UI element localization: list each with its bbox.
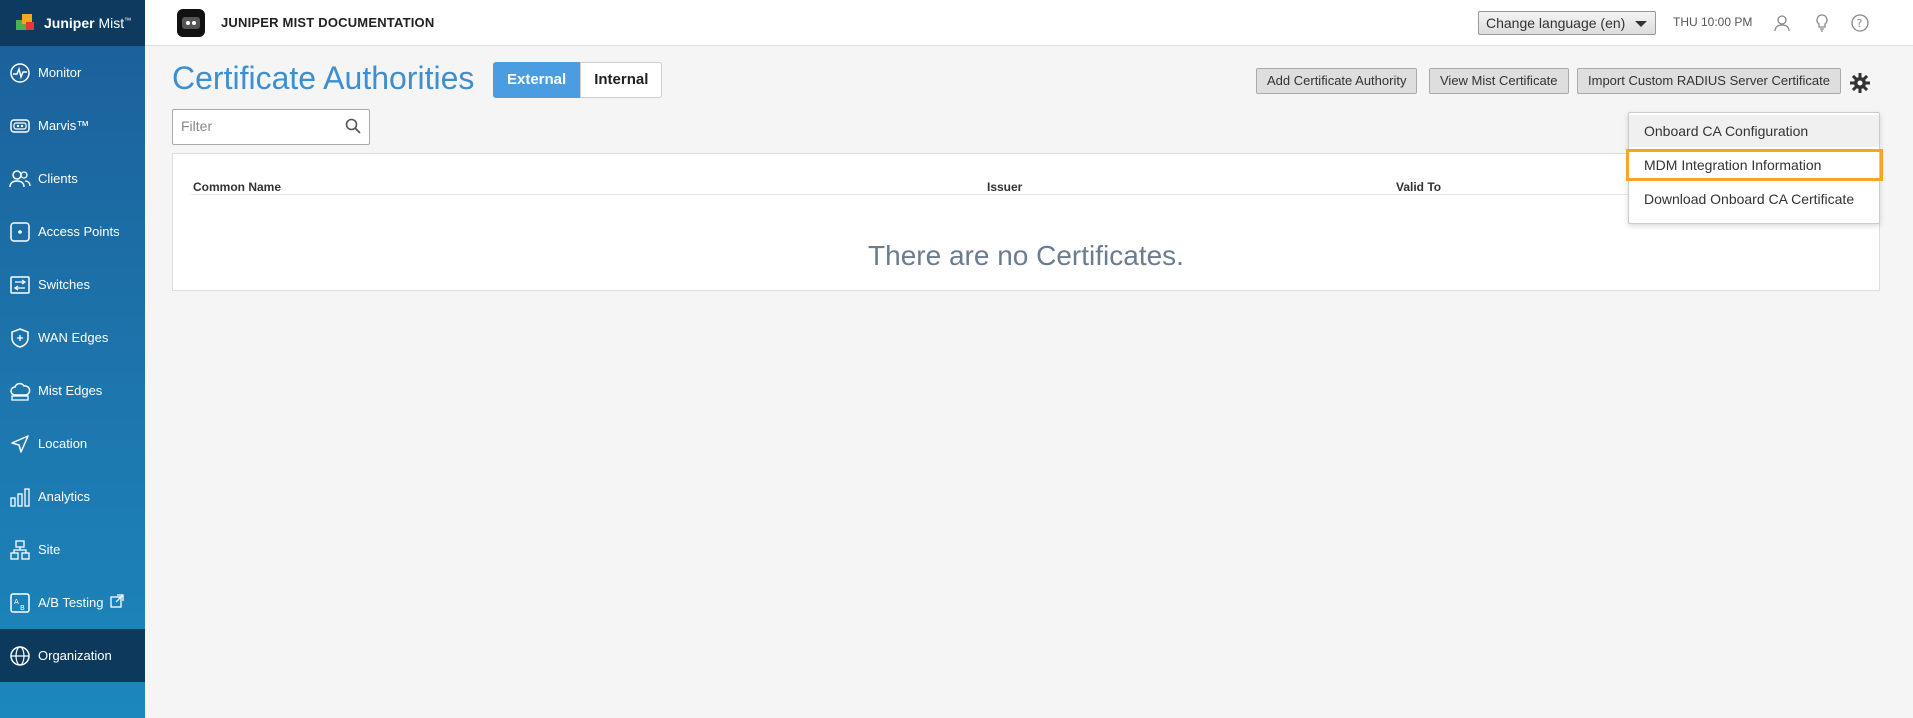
column-header-valid-to[interactable]: Valid To <box>1396 180 1441 194</box>
sidebar-item-label: Access Points <box>38 224 120 239</box>
sidebar-item-label: Monitor <box>38 65 82 80</box>
mist-edges-icon <box>9 380 31 402</box>
sidebar-nav: Monitor Marvis™ Clients Access Points Sw… <box>0 46 145 682</box>
menu-item-onboard-ca-configuration[interactable]: Onboard CA Configuration <box>1629 115 1879 147</box>
page-title: Certificate Authorities <box>172 60 475 96</box>
filter-input[interactable] <box>181 110 341 142</box>
tab-internal[interactable]: Internal <box>580 62 663 98</box>
sidebar: Juniper Mist™ Monitor Marvis™ Clients Ac… <box>0 0 145 718</box>
tab-external[interactable]: External <box>493 62 581 98</box>
organization-icon <box>9 645 31 667</box>
marvis-icon <box>9 115 31 137</box>
switches-icon <box>9 274 31 296</box>
language-select[interactable]: Change language (en) <box>1478 11 1656 35</box>
search-icon[interactable] <box>345 118 361 138</box>
sidebar-item-switches[interactable]: Switches <box>0 258 145 311</box>
sidebar-item-monitor[interactable]: Monitor <box>0 46 145 99</box>
sidebar-item-label: Site <box>38 542 61 557</box>
sidebar-item-organization[interactable]: Organization <box>0 629 145 682</box>
sidebar-item-label: Location <box>38 436 88 451</box>
lightbulb-icon[interactable] <box>1813 14 1831 32</box>
add-certificate-authority-button[interactable]: Add Certificate Authority <box>1256 68 1418 94</box>
chevron-down-icon <box>1635 21 1647 27</box>
sidebar-item-wan-edges[interactable]: WAN Edges <box>0 311 145 364</box>
external-internal-toggle: External Internal <box>493 62 663 98</box>
certificates-table: Common Name Issuer Valid To There are no… <box>172 153 1880 291</box>
sidebar-item-label: Mist Edges <box>38 383 103 398</box>
access-points-icon <box>9 221 31 243</box>
import-radius-certificate-button[interactable]: Import Custom RADIUS Server Certificate <box>1577 68 1842 94</box>
sidebar-item-mist-edges[interactable]: Mist Edges <box>0 364 145 417</box>
svg-text:?: ? <box>1857 17 1863 30</box>
view-mist-certificate-button[interactable]: View Mist Certificate <box>1429 68 1569 94</box>
ab-testing-icon: AB <box>9 592 31 614</box>
external-link-icon <box>109 594 124 611</box>
sidebar-item-clients[interactable]: Clients <box>0 152 145 205</box>
menu-item-mdm-integration-information[interactable]: MDM Integration Information <box>1626 149 1883 181</box>
clients-icon <box>9 168 31 190</box>
settings-dropdown-menu: Onboard CA Configuration MDM Integration… <box>1626 112 1883 224</box>
sidebar-item-label: Switches <box>38 277 91 292</box>
site-icon <box>9 539 31 561</box>
brand-logo[interactable]: Juniper Mist™ <box>0 0 145 46</box>
sidebar-item-label: A/B Testing <box>38 595 104 610</box>
table-header-divider <box>191 194 1861 195</box>
column-header-common-name[interactable]: Common Name <box>193 180 281 194</box>
sidebar-item-ab-testing[interactable]: AB A/B Testing <box>0 576 145 629</box>
sidebar-item-label: Organization <box>38 648 112 663</box>
svg-text:A: A <box>14 598 19 606</box>
help-icon[interactable]: ? <box>1851 14 1869 32</box>
org-avatar-icon[interactable] <box>177 8 205 37</box>
brand-name: Juniper Mist™ <box>44 15 132 31</box>
org-name[interactable]: JUNIPER MIST DOCUMENTATION <box>221 15 434 30</box>
empty-state-message: There are no Certificates. <box>868 240 1184 271</box>
sidebar-item-access-points[interactable]: Access Points <box>0 205 145 258</box>
monitor-icon <box>9 62 31 84</box>
sidebar-item-location[interactable]: Location <box>0 417 145 470</box>
filter-box <box>172 109 370 145</box>
gear-icon[interactable] <box>1849 72 1871 94</box>
sidebar-item-label: WAN Edges <box>38 330 109 345</box>
language-select-value: Change language (en) <box>1486 15 1626 31</box>
sidebar-item-marvis[interactable]: Marvis™ <box>0 99 145 152</box>
main-content: Certificate Authorities External Interna… <box>145 46 1913 718</box>
menu-item-download-onboard-ca-certificate[interactable]: Download Onboard CA Certificate <box>1629 183 1879 215</box>
juniper-logo-icon <box>16 12 38 34</box>
sidebar-item-label: Clients <box>38 171 78 186</box>
location-icon <box>9 433 31 455</box>
column-header-issuer[interactable]: Issuer <box>987 180 1022 194</box>
sidebar-item-label: Marvis™ <box>38 118 90 133</box>
sidebar-item-label: Analytics <box>38 489 91 504</box>
analytics-icon <box>9 486 31 508</box>
sidebar-item-analytics[interactable]: Analytics <box>0 470 145 523</box>
wan-edges-icon <box>9 327 31 349</box>
top-header: JUNIPER MIST DOCUMENTATION Change langua… <box>145 0 1913 46</box>
clock: THU 10:00 PM <box>1673 15 1753 29</box>
sidebar-item-site[interactable]: Site <box>0 523 145 576</box>
user-icon[interactable] <box>1773 14 1791 32</box>
svg-text:B: B <box>20 604 25 612</box>
